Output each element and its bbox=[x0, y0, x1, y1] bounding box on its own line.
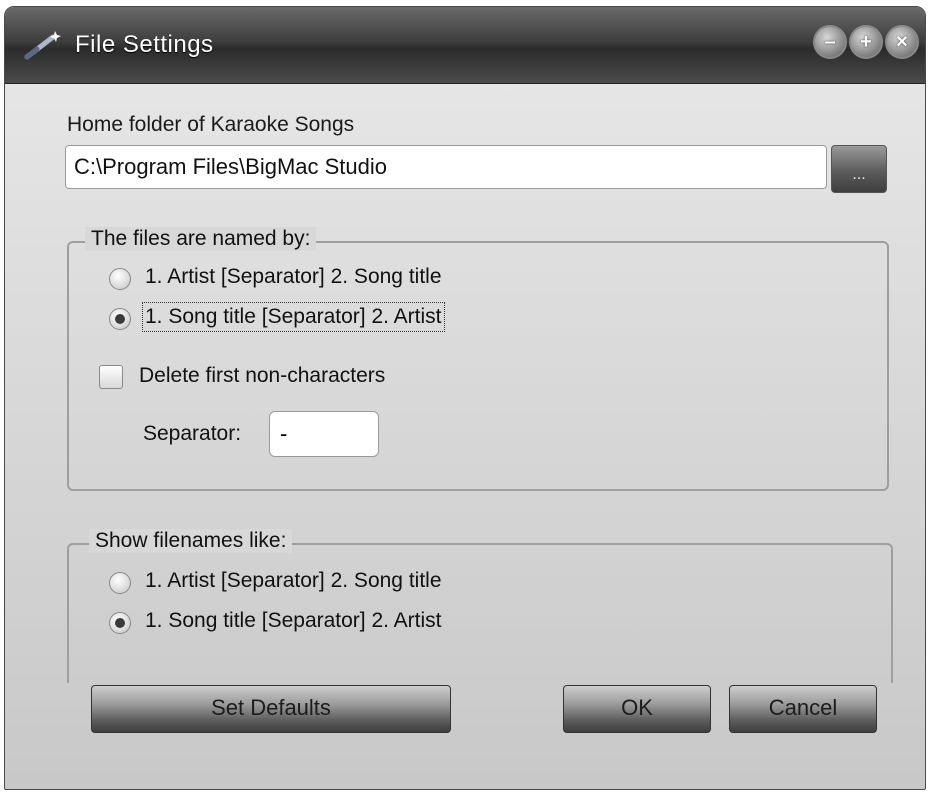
home-folder-label: Home folder of Karaoke Songs bbox=[67, 113, 355, 136]
ok-button[interactable]: OK bbox=[563, 685, 711, 733]
minimize-icon: – bbox=[824, 31, 836, 53]
browse-button[interactable]: ... bbox=[831, 145, 887, 193]
show-group-legend: Show filenames like: bbox=[89, 529, 293, 553]
home-folder-input[interactable] bbox=[65, 145, 827, 189]
set-defaults-button[interactable]: Set Defaults bbox=[91, 685, 451, 733]
cancel-button[interactable]: Cancel bbox=[729, 685, 877, 733]
title-bar[interactable]: File Settings – + × bbox=[5, 7, 925, 84]
delete-first-checkbox[interactable] bbox=[99, 365, 123, 389]
naming-group-legend: The files are named by: bbox=[85, 227, 317, 251]
wand-icon bbox=[24, 31, 61, 60]
maximize-button[interactable]: + bbox=[849, 25, 883, 59]
naming-radio-title-first[interactable] bbox=[109, 308, 131, 330]
minimize-button[interactable]: – bbox=[813, 25, 847, 59]
cancel-label: Cancel bbox=[768, 695, 838, 720]
naming-radio-artist-first[interactable] bbox=[109, 268, 131, 290]
window-title: File Settings bbox=[75, 31, 214, 58]
show-option-artist-first: 1. Artist [Separator] 2. Song title bbox=[145, 569, 442, 592]
file-settings-dialog: File Settings – + × Home folder of Karao… bbox=[4, 6, 926, 790]
show-option-title-first: 1. Song title [Separator] 2. Artist bbox=[145, 609, 442, 632]
set-defaults-label: Set Defaults bbox=[211, 695, 331, 720]
show-radio-title-first[interactable] bbox=[109, 612, 131, 634]
ok-label: OK bbox=[621, 695, 653, 720]
delete-first-label: Delete first non-characters bbox=[139, 364, 386, 387]
show-radio-artist-first[interactable] bbox=[109, 572, 131, 594]
separator-label: Separator: bbox=[143, 422, 242, 445]
naming-option-artist-first: 1. Artist [Separator] 2. Song title bbox=[145, 265, 442, 288]
close-button[interactable]: × bbox=[885, 25, 919, 59]
separator-input[interactable] bbox=[269, 411, 379, 457]
maximize-icon: + bbox=[860, 31, 872, 53]
browse-label: ... bbox=[852, 166, 866, 183]
naming-option-title-first: 1. Song title [Separator] 2. Artist bbox=[142, 302, 445, 332]
close-icon: × bbox=[896, 31, 908, 53]
